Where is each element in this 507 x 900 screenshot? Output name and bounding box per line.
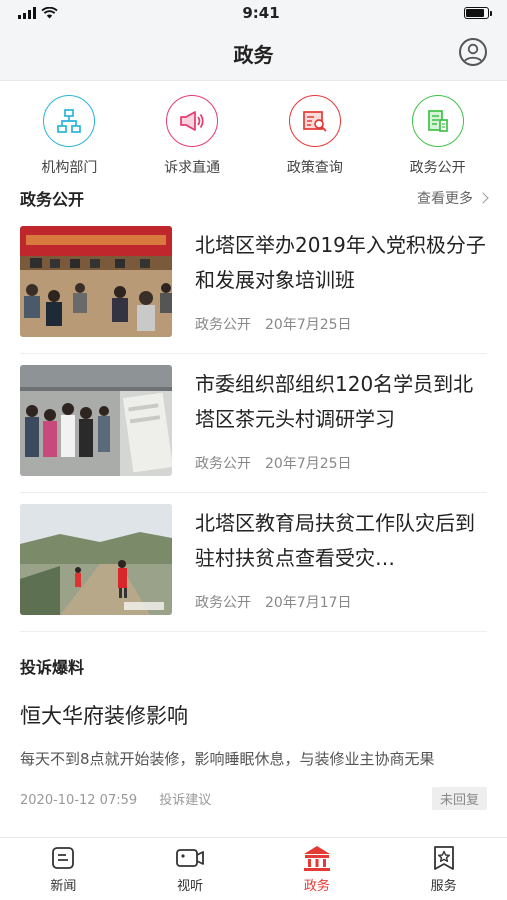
page-title: 政务 [233,42,274,67]
complaint-description: 每天不到8点就开始装修，影响睡眠休息，与装修业主协商无果 [20,750,435,768]
news-icon [50,844,76,872]
news-date: 20年7月25日 [265,317,352,333]
see-more-label: 查看更多 [417,191,473,207]
complaint-meta: 2020-10-12 07:59 投诉建议 未回复 [20,787,487,810]
document-search-icon [288,95,341,147]
megaphone-icon [166,95,219,147]
news-meta: 政务公开 20年7月17日 [195,592,487,612]
quick-link-label: 政策查询 [286,160,343,176]
user-silhouette-icon [463,43,483,64]
news-thumbnail [20,226,172,337]
network-indicators [18,7,58,19]
complaint-type: 投诉建议 [159,793,212,808]
quick-link-policy-search[interactable]: 政策查询 [260,95,370,181]
video-icon [175,844,205,872]
news-meta: 政务公开 20年7月25日 [195,314,487,334]
tab-label: 视听 [177,879,204,894]
tab-label: 服务 [430,879,457,894]
news-title: 北塔区举办2019年入党积极分子和发展对象培训班 [195,233,486,292]
news-title: 市委组织部组织120名学员到北塔区茶元头村调研学习 [195,372,474,431]
news-list: 北塔区举办2019年入党积极分子和发展对象培训班 政务公开 20年7月25日 市… [0,215,507,632]
nav-bar: 政务 [0,26,507,81]
tab-video[interactable]: 视听 [145,844,235,894]
news-item[interactable]: 北塔区教育局扶贫工作队灾后到驻村扶贫点查看受灾… 政务公开 20年7月17日 [20,493,487,632]
profile-icon[interactable] [459,38,487,66]
org-chart-icon [43,95,96,147]
quick-link-gov-affairs[interactable]: 政务公开 [383,95,493,181]
see-more-link[interactable]: 查看更多 [417,188,489,208]
complaint-card[interactable]: 恒大华府装修影响 每天不到8点就开始装修，影响睡眠休息，与装修业主协商无果 20… [0,700,507,810]
news-category: 政务公开 [195,456,251,472]
news-thumbnail [20,365,172,476]
gov-section-header: 政务公开 查看更多 [0,181,507,215]
status-bar: 9:41 [0,0,507,26]
news-body: 北塔区教育局扶贫工作队灾后到驻村扶贫点查看受灾… 政务公开 20年7月17日 [195,504,487,631]
clock: 9:41 [242,4,280,22]
tab-label: 新闻 [50,879,77,894]
news-date: 20年7月25日 [265,456,352,472]
tab-government[interactable]: 政务 [272,844,362,894]
tab-services[interactable]: 服务 [399,844,489,894]
tab-bar: 新闻 视听 政务 服务 [0,837,507,900]
quick-link-label: 政务公开 [409,160,466,176]
quick-link-org-departments[interactable]: 机构部门 [14,95,124,181]
quick-link-label: 诉求直通 [164,160,221,176]
news-item[interactable]: 市委组织部组织120名学员到北塔区茶元头村调研学习 政务公开 20年7月25日 [20,354,487,493]
complaint-section-header: 投诉爆料 [0,632,507,678]
news-body: 北塔区举办2019年入党积极分子和发展对象培训班 政务公开 20年7月25日 [195,226,487,353]
news-meta: 政务公开 20年7月25日 [195,453,487,473]
status-badge: 未回复 [431,787,487,810]
quick-links: 机构部门 诉求直通 政策查询 政务公开 [0,81,507,181]
wifi-icon [41,7,58,19]
complaint-title: 恒大华府装修影响 [20,704,188,728]
chevron-right-icon [477,192,489,204]
government-building-icon [301,844,333,872]
news-item[interactable]: 北塔区举办2019年入党积极分子和发展对象培训班 政务公开 20年7月25日 [20,215,487,354]
news-thumbnail [20,504,172,615]
section-title: 政务公开 [20,190,85,209]
news-category: 政务公开 [195,595,251,611]
battery-icon [464,7,492,19]
tab-label: 政务 [303,879,330,894]
quick-link-appeals[interactable]: 诉求直通 [137,95,247,181]
news-body: 市委组织部组织120名学员到北塔区茶元头村调研学习 政务公开 20年7月25日 [195,365,487,492]
star-badge-icon [431,844,457,872]
document-icon [411,95,464,147]
quick-link-label: 机构部门 [41,160,98,176]
complaint-time: 2020-10-12 07:59 [20,793,138,808]
cellular-signal-icon [18,7,36,19]
news-title: 北塔区教育局扶贫工作队灾后到驻村扶贫点查看受灾… [195,511,475,570]
section-title: 投诉爆料 [20,658,85,677]
news-category: 政务公开 [195,317,251,333]
tab-news[interactable]: 新闻 [18,844,108,894]
news-date: 20年7月17日 [265,595,352,611]
